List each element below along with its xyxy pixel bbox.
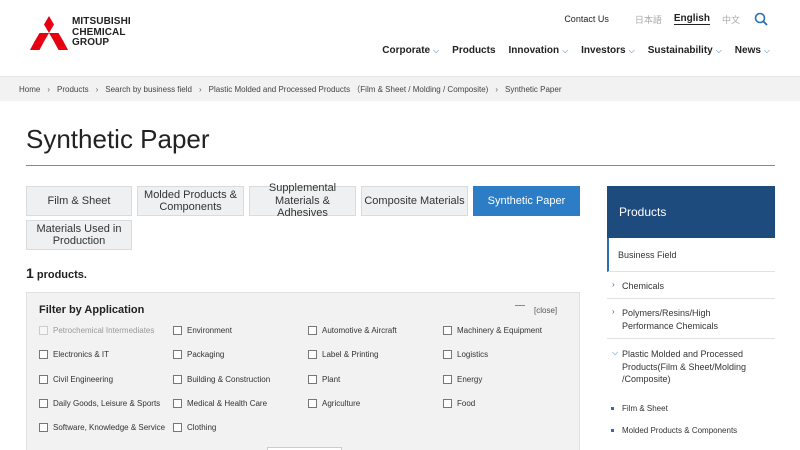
filter-clothing[interactable]: Clothing <box>173 423 216 432</box>
checkbox[interactable] <box>173 375 182 384</box>
breadcrumb: Home › Products › Search by business fie… <box>0 76 800 101</box>
checkbox[interactable] <box>308 399 317 408</box>
tab-film-sheet[interactable]: Film & Sheet <box>26 186 132 216</box>
chevron-down-icon: ⌵ <box>433 45 440 55</box>
lang-chinese-link[interactable]: 中文 <box>722 13 740 26</box>
filter-title: Filter by Application <box>39 304 145 316</box>
breadcrumb-current: Synthetic Paper <box>505 84 562 94</box>
filter-machinery[interactable]: Machinery & Equipment <box>443 326 542 335</box>
sidebar-item-chemicals[interactable]: › Chemicals <box>607 272 775 299</box>
checkbox[interactable] <box>173 399 182 408</box>
checkbox[interactable] <box>308 375 317 384</box>
tab-synthetic-paper[interactable]: Synthetic Paper <box>473 186 580 216</box>
main-nav: Corporate ⌵ Products Innovation ⌵ Investor… <box>369 45 770 56</box>
checkbox[interactable] <box>443 350 452 359</box>
nav-investors[interactable]: Investors ⌵ <box>581 45 635 56</box>
search-icon[interactable] <box>754 12 768 26</box>
chevron-down-icon: ⌵ <box>628 45 635 55</box>
checkbox[interactable] <box>39 399 48 408</box>
filter-energy[interactable]: Energy <box>443 375 482 384</box>
chevron-right-icon: › <box>95 84 99 94</box>
checkbox[interactable] <box>308 350 317 359</box>
chevron-down-icon: ⌵ <box>763 45 770 55</box>
chevron-right-icon: › <box>612 307 615 316</box>
sidebar-item-plastic-products[interactable]: ⌵ Plastic Molded and Processed Products(… <box>607 339 775 394</box>
contact-us-link[interactable]: Contact Us <box>564 14 609 24</box>
chevron-right-icon: › <box>495 84 499 94</box>
site-header: MITSUBISHI CHEMICAL GROUP Contact Us 日本語… <box>0 0 800 76</box>
filter-food[interactable]: Food <box>443 399 475 408</box>
chevron-down-icon: ⌵ <box>715 45 722 55</box>
filter-environment[interactable]: Environment <box>173 326 232 335</box>
filter-plant[interactable]: Plant <box>308 375 340 384</box>
sidebar-header[interactable]: Products <box>607 186 775 238</box>
nav-corporate[interactable]: Corporate ⌵ <box>382 45 439 56</box>
logo-wordmark: MITSUBISHI CHEMICAL GROUP <box>72 16 131 48</box>
tab-composite-materials[interactable]: Composite Materials <box>361 186 468 216</box>
chevron-right-icon: › <box>198 84 202 94</box>
sidebar-sub-film-sheet[interactable]: Film & Sheet <box>611 404 668 413</box>
breadcrumb-search-by-field[interactable]: Search by business field <box>105 85 192 94</box>
filter-logistics[interactable]: Logistics <box>443 350 488 359</box>
checkbox[interactable] <box>173 326 182 335</box>
filter-label-printing[interactable]: Label & Printing <box>308 350 378 359</box>
bullet-icon <box>611 429 614 432</box>
sidebar-business-field[interactable]: Business Field <box>607 238 775 272</box>
checkbox[interactable] <box>39 423 48 432</box>
filter-medical[interactable]: Medical & Health Care <box>173 399 267 408</box>
filter-agriculture[interactable]: Agriculture <box>308 399 360 408</box>
filter-automotive[interactable]: Automotive & Aircraft <box>308 326 397 335</box>
title-divider <box>26 165 775 166</box>
product-count: 1 products. <box>26 265 87 281</box>
three-diamonds-icon <box>30 16 68 50</box>
filter-electronics[interactable]: Electronics & IT <box>39 350 109 359</box>
nav-innovation[interactable]: Innovation ⌵ <box>509 45 569 56</box>
tab-materials-production[interactable]: Materials Used in Production <box>26 220 132 250</box>
sidebar-item-polymers[interactable]: › Polymers/Resins/High Performance Chemi… <box>607 299 775 339</box>
filter-daily-goods[interactable]: Daily Goods, Leisure & Sports <box>39 399 160 408</box>
checkbox <box>39 326 48 335</box>
breadcrumb-products[interactable]: Products <box>57 85 89 94</box>
filter-building[interactable]: Building & Construction <box>173 375 270 384</box>
nav-sustainability[interactable]: Sustainability ⌵ <box>648 45 722 56</box>
checkbox[interactable] <box>173 350 182 359</box>
checkbox[interactable] <box>308 326 317 335</box>
nav-news[interactable]: News ⌵ <box>735 45 770 56</box>
chevron-right-icon: › <box>612 280 615 289</box>
tab-supplemental-materials[interactable]: Supplemental Materials & Adhesives <box>249 182 356 219</box>
utility-nav: Contact Us 日本語 English 中文 <box>564 12 768 26</box>
checkbox[interactable] <box>39 350 48 359</box>
checkbox[interactable] <box>39 375 48 384</box>
company-logo[interactable]: MITSUBISHI CHEMICAL GROUP <box>30 16 140 52</box>
checkbox[interactable] <box>443 326 452 335</box>
chevron-right-icon: › <box>47 84 51 94</box>
lang-english-link[interactable]: English <box>673 13 710 25</box>
tab-molded-products[interactable]: Molded Products & Components <box>137 186 244 216</box>
filter-close-link[interactable]: [close] <box>534 306 557 315</box>
filter-civil-engineering[interactable]: Civil Engineering <box>39 375 113 384</box>
checkbox[interactable] <box>173 423 182 432</box>
filter-packaging[interactable]: Packaging <box>173 350 224 359</box>
bullet-icon <box>611 407 614 410</box>
nav-products[interactable]: Products <box>452 45 495 56</box>
collapse-icon[interactable] <box>515 305 525 306</box>
checkbox[interactable] <box>443 399 452 408</box>
filter-software[interactable]: Software, Knowledge & Service <box>39 423 165 432</box>
checkbox[interactable] <box>443 375 452 384</box>
breadcrumb-home[interactable]: Home <box>19 85 40 94</box>
sidebar-sub-molded-products[interactable]: Molded Products & Components <box>611 426 737 435</box>
chevron-down-icon: ⌵ <box>562 45 569 55</box>
application-filter-panel: Filter by Application [close] Petrochemi… <box>26 292 580 450</box>
filter-petrochemical: Petrochemical Intermediates <box>39 326 154 335</box>
page-title: Synthetic Paper <box>26 124 210 154</box>
breadcrumb-plastic-products[interactable]: Plastic Molded and Processed Products （F… <box>209 84 489 95</box>
chevron-down-icon: ⌵ <box>612 348 619 357</box>
lang-japanese-link[interactable]: 日本語 <box>635 13 662 26</box>
